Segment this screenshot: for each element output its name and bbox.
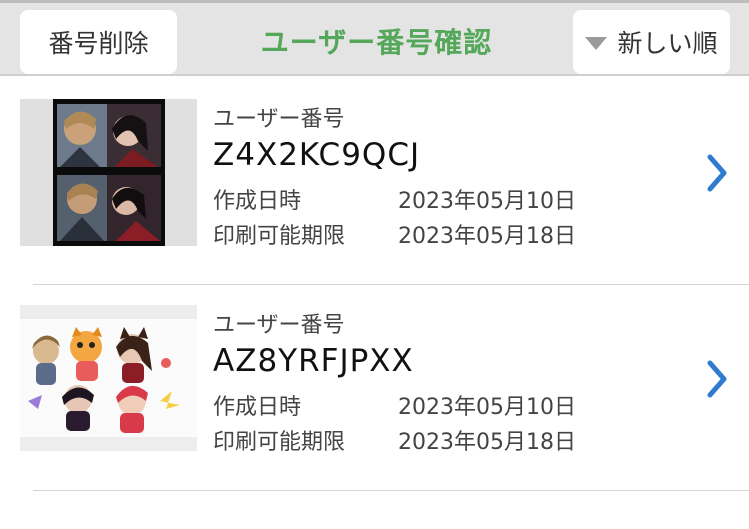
sort-order-button[interactable]: 新しい順 [573, 10, 730, 74]
thumbnail-image [20, 305, 197, 451]
list-item[interactable]: ユーザー番号 AZ8YRFJPXX 作成日時 2023年05月10日 印刷可能期… [0, 285, 749, 491]
chevron-right-icon[interactable] [705, 153, 731, 193]
chevron-right-icon[interactable] [705, 359, 731, 399]
user-number-value: AZ8YRFJPXX [213, 343, 414, 379]
print-deadline-label: 印刷可能期限 [213, 224, 346, 249]
list-item[interactable]: ユーザー番号 Z4X2KC9QCJ 作成日時 2023年05月10日 印刷可能期… [0, 79, 749, 285]
delete-number-label: 番号削除 [48, 29, 149, 58]
thumbnail-image [20, 99, 197, 246]
print-deadline-value: 2023年05月18日 [398, 430, 576, 455]
created-date-value: 2023年05月10日 [398, 189, 576, 214]
sort-order-label: 新しい順 [617, 29, 718, 58]
list-divider [33, 490, 749, 491]
print-deadline-label: 印刷可能期限 [213, 430, 346, 455]
page-title: ユーザー番号確認 [260, 26, 493, 59]
created-date-label: 作成日時 [213, 189, 302, 214]
user-number-label: ユーザー番号 [213, 107, 345, 132]
print-deadline-value: 2023年05月18日 [398, 224, 576, 249]
created-date-label: 作成日時 [213, 395, 302, 420]
delete-number-button[interactable]: 番号削除 [20, 10, 177, 74]
created-date-value: 2023年05月10日 [398, 395, 576, 420]
user-number-label: ユーザー番号 [213, 313, 345, 338]
header-bar: 番号削除 ユーザー番号確認 新しい順 [0, 0, 749, 76]
triangle-down-icon [585, 36, 608, 50]
user-number-value: Z4X2KC9QCJ [213, 137, 421, 173]
